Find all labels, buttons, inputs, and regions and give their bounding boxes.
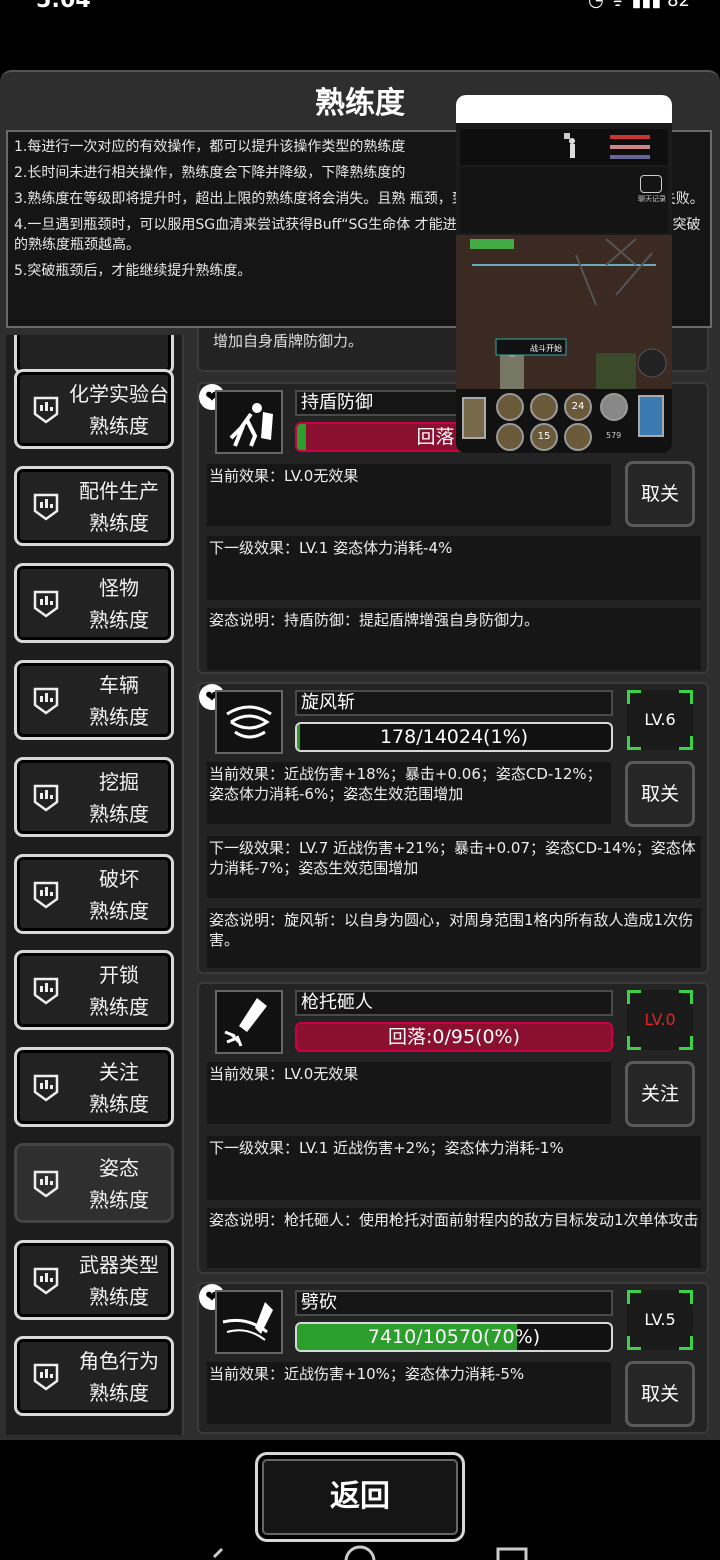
badge-icon — [31, 1361, 61, 1395]
status-bar: 5:04 ◔ ᯤ ▮▮▮ 82 — [0, 0, 720, 13]
skill-name: 旋风斩 — [295, 690, 613, 716]
badge-icon — [31, 1072, 61, 1106]
sidebar-item-monster[interactable]: 怪物 熟练度 — [14, 563, 174, 643]
current-effect: 当前效果：近战伤害+10%；姿态体力消耗-5% — [207, 1362, 611, 1424]
badge-icon — [31, 975, 61, 1009]
hotbar-slot[interactable] — [496, 393, 524, 421]
sidebar-item-label: 配件生产 熟练度 — [79, 479, 159, 535]
floating-window-handle[interactable] — [456, 95, 672, 123]
sidebar-item-character-action[interactable]: 角色行为 熟练度 — [14, 1336, 174, 1416]
skill-description: 姿态说明：持盾防御：提起盾牌增强自身防御力。 — [207, 608, 701, 670]
back-button[interactable]: 返回 — [255, 1452, 465, 1542]
floating-game-window[interactable]: 聊天记录 战斗开始 24 15 579 — [456, 95, 672, 453]
slash-icon — [215, 1290, 283, 1354]
skill-name: 枪托砸人 — [295, 990, 613, 1016]
sidebar-item-label: 挖掘 熟练度 — [89, 770, 149, 826]
follow-button[interactable]: 关注 — [625, 1061, 695, 1127]
badge-icon — [31, 1168, 61, 1202]
status-icons: ◔ ᯤ ▮▮▮ 82 — [588, 0, 690, 11]
skill-desc-partial: 增加自身盾牌防御力。 — [213, 332, 364, 350]
chat-label: 聊天记录 — [638, 195, 666, 203]
current-effect: 当前效果：近战伤害+18%；暴击+0.06；姿态CD-12%；姿态体力消耗-6%… — [207, 762, 611, 824]
sidebar-item-destroy[interactable]: 破坏 熟练度 — [14, 854, 174, 934]
level-text: LV.5 — [644, 1310, 676, 1329]
system-nav-bar[interactable] — [0, 1545, 720, 1560]
sidebar-item-chem-lab[interactable]: 化学实验台 熟练度 — [14, 369, 174, 449]
badge-icon — [31, 491, 61, 525]
level-text: LV.0 — [644, 1010, 676, 1029]
skill-progress-bar: 回落:0/95(0%) — [295, 1022, 613, 1052]
level-badge: LV.5 — [627, 1290, 693, 1350]
shield-stance-icon — [215, 390, 283, 454]
unfollow-button[interactable]: 取关 — [625, 761, 695, 827]
hotbar-slot[interactable] — [496, 423, 524, 451]
sidebar-item-label: 关注 熟练度 — [89, 1060, 149, 1116]
next-effect: 下一级效果：LV.7 近战伤害+21%；暴击+0.07；姿态CD-14%；姿态体… — [207, 836, 701, 898]
mini-stats — [460, 129, 668, 165]
hotbar-slot[interactable]: 24 — [564, 393, 592, 421]
skill-name: 劈砍 — [295, 1290, 613, 1316]
sidebar-item-parts[interactable]: 配件生产 熟练度 — [14, 466, 174, 546]
skill-card: ❤ 旋风斩 178/14024(1%) LV.6 当前效果：近战伤害+18%；暴… — [197, 682, 709, 974]
badge-icon — [31, 782, 61, 816]
hotbar-slot[interactable] — [530, 393, 558, 421]
rifle-butt-icon — [215, 990, 283, 1054]
skill-card: ❤ 劈砍 7410/10570(70%) LV.5 当前效果：近战伤害+10%；… — [197, 1282, 709, 1434]
sidebar-item-label: 角色行为 熟练度 — [79, 1349, 159, 1405]
sidebar-item-weapon-type[interactable]: 武器类型 熟练度 — [14, 1240, 174, 1320]
skill-progress-bar: 178/14024(1%) — [295, 722, 613, 752]
mini-log: 聊天记录 — [460, 167, 668, 233]
arrow-left-icon[interactable] — [462, 397, 486, 439]
arrow-right-icon[interactable] — [638, 395, 664, 437]
sidebar-item-label: 怪物 熟练度 — [89, 576, 149, 632]
level-badge: LV.0 — [627, 990, 693, 1050]
next-effect: 下一级效果：LV.1 近战伤害+2%；姿态体力消耗-1% — [207, 1136, 701, 1200]
badge-icon — [31, 685, 61, 719]
sidebar-item-vehicle[interactable]: 车辆 熟练度 — [14, 660, 174, 740]
level-badge: LV.6 — [627, 690, 693, 750]
sidebar-item-label: 破坏 熟练度 — [89, 867, 149, 923]
mini-hotbar[interactable]: 24 15 579 — [456, 389, 672, 453]
skill-progress-bar: 7410/10570(70%) — [295, 1322, 613, 1352]
progress-text: 7410/10570(70%) — [367, 1326, 541, 1348]
current-effect: 当前效果：LV.0无效果 — [207, 1062, 611, 1124]
progress-text: 178/14024(1%) — [379, 726, 529, 748]
unfollow-button[interactable]: 取关 — [625, 1361, 695, 1427]
whirlwind-icon — [215, 690, 283, 754]
category-sidebar[interactable]: 化学实验台 熟练度 配件生产 熟练度 怪物 熟练度 车辆 熟练度 挖掘 熟练度 破坏 熟练度… — [6, 335, 184, 1435]
sidebar-item-label: 开锁 熟练度 — [89, 963, 149, 1019]
crosshair-icon[interactable] — [600, 393, 628, 421]
sidebar-item-stance[interactable]: 姿态 熟练度 — [14, 1143, 174, 1223]
hotbar-slot[interactable]: 15 — [530, 423, 558, 451]
ammo-count: 579 — [606, 431, 622, 440]
next-effect: 下一级效果：LV.1 姿态体力消耗-4% — [207, 536, 701, 600]
progress-text: 回落:0/95(0%) — [387, 1026, 521, 1048]
skill-card: 枪托砸人 回落:0/95(0%) LV.0 当前效果：LV.0无效果 关注 下一… — [197, 982, 709, 1274]
badge-icon — [31, 1265, 61, 1299]
sidebar-item-lockpick[interactable]: 开锁 熟练度 — [14, 950, 174, 1030]
badge-icon — [31, 879, 61, 913]
chat-bubble-icon[interactable] — [640, 175, 662, 193]
current-effect: 当前效果：LV.0无效果 — [207, 464, 611, 526]
level-text: LV.6 — [644, 710, 676, 729]
hotbar-slot[interactable] — [564, 423, 592, 451]
clock: 5:04 — [36, 0, 91, 13]
unfollow-button[interactable]: 取关 — [625, 461, 695, 527]
sidebar-item-label: 姿态 熟练度 — [89, 1156, 149, 1212]
badge-icon — [31, 588, 61, 622]
battle-caption: 战斗开始 — [530, 344, 562, 353]
skill-description: 姿态说明：枪托砸人：使用枪托对面前射程内的敌方目标发动1次单体攻击 — [207, 1208, 701, 1268]
sidebar-item-label: 车辆 熟练度 — [89, 673, 149, 729]
sidebar-item-follow[interactable]: 关注 熟练度 — [14, 1047, 174, 1127]
skill-description: 姿态说明：旋风斩：以自身为圆心，对周身范围1格内所有敌人造成1次伤害。 — [207, 908, 701, 968]
sidebar-item-label: 化学实验台 熟练度 — [69, 382, 169, 438]
sidebar-item-dig[interactable]: 挖掘 熟练度 — [14, 757, 174, 837]
sidebar-item-label: 武器类型 熟练度 — [79, 1253, 159, 1309]
badge-icon — [31, 394, 61, 428]
